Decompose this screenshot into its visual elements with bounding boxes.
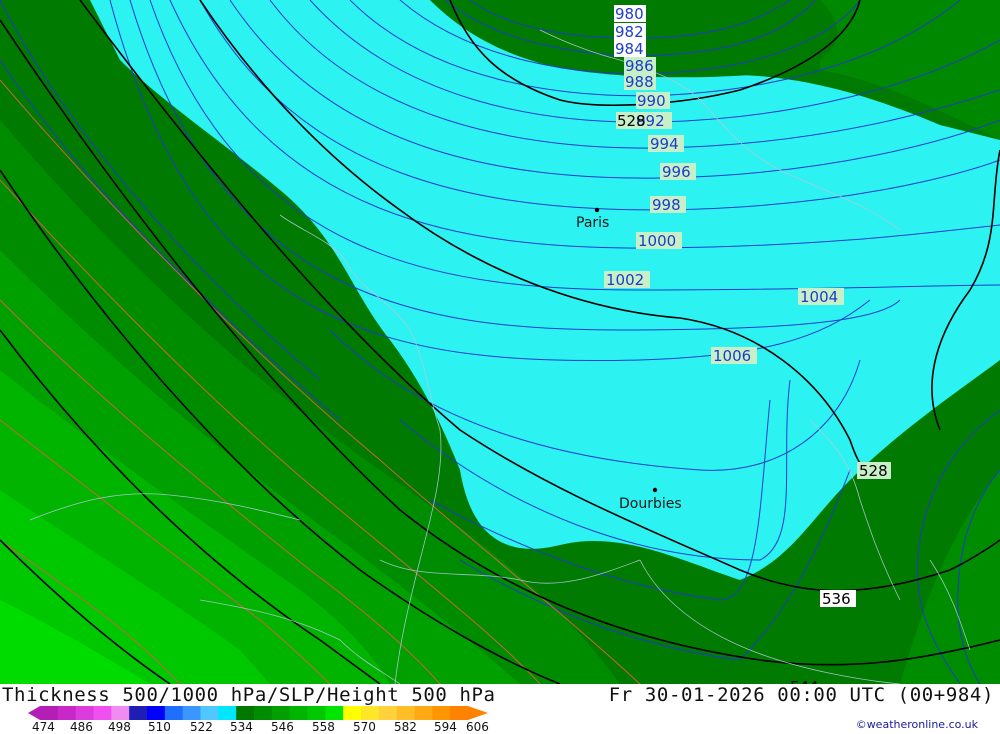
legend-swatch xyxy=(75,706,94,720)
credit-text: ©weatheronline.co.uk xyxy=(855,718,978,731)
color-legend xyxy=(28,706,488,720)
isobar-label-980: 980 xyxy=(615,5,644,23)
legend-swatch xyxy=(111,706,130,720)
isobar-label-982: 982 xyxy=(615,23,644,41)
legend-swatch xyxy=(432,706,451,720)
isobar-label-988: 988 xyxy=(625,73,654,91)
legend-ticks: 474 486 498 510 522 534 546 558 570 582 594 606 xyxy=(0,720,520,734)
city-label-dourbies: Dourbies xyxy=(619,496,682,512)
legend-tick-label: 534 xyxy=(230,720,253,734)
isobar-label-1004: 1004 xyxy=(800,288,838,306)
legend-swatch xyxy=(129,706,148,720)
legend-swatch xyxy=(93,706,112,720)
isobar-label-996: 996 xyxy=(662,163,691,181)
isobar-label-1006: 1006 xyxy=(713,347,751,365)
legend-swatch xyxy=(147,706,166,720)
thickness-label-528: 528 xyxy=(859,462,888,480)
legend-tick-label: 546 xyxy=(271,720,294,734)
legend-tick-label: 498 xyxy=(108,720,131,734)
legend-swatch xyxy=(378,706,398,720)
isobar-label-984: 984 xyxy=(615,40,644,58)
legend-tick-label: 558 xyxy=(312,720,335,734)
city-marker-paris xyxy=(594,207,600,213)
legend-tick-label: 582 xyxy=(394,720,417,734)
legend-swatch xyxy=(343,706,362,720)
legend-swatch xyxy=(182,706,201,720)
legend-swatch xyxy=(218,706,237,720)
legend-tick-label: 606 xyxy=(466,720,489,734)
isobar-label-1000: 1000 xyxy=(638,232,676,250)
legend-swatch xyxy=(414,706,433,720)
legend-tick-label: 510 xyxy=(148,720,171,734)
legend-tick-label: 522 xyxy=(190,720,213,734)
isobar-label-998: 998 xyxy=(652,196,681,214)
legend-arrow-right xyxy=(468,706,488,720)
thickness-label-528-north: 528 xyxy=(617,112,646,130)
legend-swatch xyxy=(40,706,59,720)
legend-swatch xyxy=(361,706,380,720)
legend-swatch xyxy=(307,706,326,720)
run-timestamp: Fr 30-01-2026 00:00 UTC (00+984) xyxy=(608,684,994,706)
weather-map: Paris Dourbies 980 982 984 986 988 990 9… xyxy=(0,0,1000,684)
legend-swatch xyxy=(450,706,469,720)
legend-tick-label: 474 xyxy=(32,720,55,734)
legend-arrow-left xyxy=(28,706,40,720)
map-title: Thickness 500/1000 hPa/SLP/Height 500 hP… xyxy=(2,684,496,706)
legend-tick-label: 594 xyxy=(434,720,457,734)
legend-swatch xyxy=(271,706,291,720)
isobar-label-1002: 1002 xyxy=(606,271,644,289)
isobar-label-990: 990 xyxy=(637,92,666,110)
map-footer: Thickness 500/1000 hPa/SLP/Height 500 hP… xyxy=(0,684,1000,734)
legend-swatch xyxy=(164,706,184,720)
city-marker-dourbies xyxy=(652,487,658,493)
legend-tick-label: 486 xyxy=(70,720,93,734)
isobar-label-994: 994 xyxy=(650,135,679,153)
legend-swatch xyxy=(396,706,415,720)
legend-swatch xyxy=(200,706,219,720)
legend-swatch xyxy=(254,706,273,720)
legend-swatch xyxy=(57,706,77,720)
thickness-label-536: 536 xyxy=(822,590,851,608)
legend-swatch xyxy=(236,706,255,720)
city-label-paris: Paris xyxy=(576,215,609,231)
legend-swatch xyxy=(289,706,308,720)
legend-swatch xyxy=(325,706,344,720)
legend-tick-label: 570 xyxy=(353,720,376,734)
